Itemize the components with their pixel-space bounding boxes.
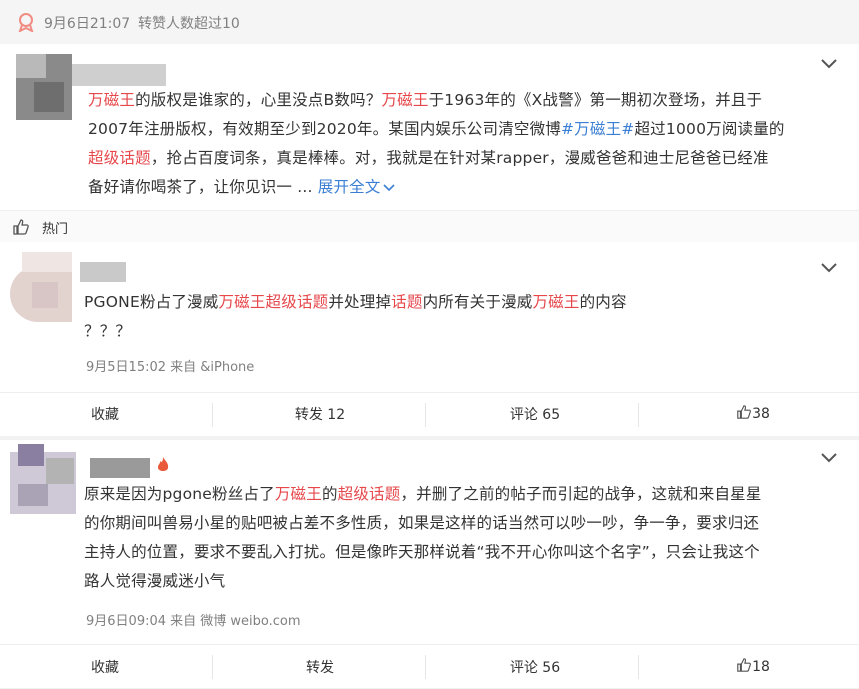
action-bar: 收藏 转发 12 评论 65 38 [0, 392, 859, 437]
topic-tag-link[interactable]: #万磁王# [561, 120, 634, 138]
chevron-down-icon[interactable] [820, 262, 838, 274]
super-topic-link[interactable]: 超级话题 [338, 485, 401, 503]
repost-note: 转赞人数超过10 [138, 16, 240, 32]
like-count: 18 [752, 659, 770, 675]
post-time: 9月6日21:07 [44, 16, 131, 32]
hero-link[interactable]: 万磁王 [381, 91, 428, 109]
comment-text: PGONE粉占了漫威万磁王超级话题并处理掉话题内所有关于漫威万磁王的内容 ？？？ [84, 293, 627, 340]
hot-repost-icon [18, 13, 34, 32]
comment-button[interactable]: 评论 56 [485, 657, 585, 677]
collect-button[interactable]: 收藏 [70, 404, 140, 424]
thumb-up-icon [737, 658, 752, 672]
comment-card: 原来是因为pgone粉丝占了万磁王的超级话题，并删了之前的帖子而引起的战争，这就… [0, 440, 859, 688]
top-status-bar: 9月6日21:07 转赞人数超过10 [0, 0, 859, 45]
like-button[interactable]: 18 [718, 657, 788, 675]
comment-button[interactable]: 评论 65 [485, 404, 585, 424]
hero-link[interactable]: 万磁王 [275, 485, 322, 503]
collect-button[interactable]: 收藏 [70, 657, 140, 677]
hot-section-header: 热门 [0, 210, 859, 243]
like-count: 38 [752, 406, 770, 422]
super-topic-link[interactable]: 万磁王超级话题 [218, 293, 328, 311]
action-bar: 收藏 转发 评论 56 18 [0, 644, 859, 689]
comment-card: PGONE粉占了漫威万磁王超级话题并处理掉话题内所有关于漫威万磁王的内容 ？？？… [0, 242, 859, 436]
hero-link[interactable]: 万磁王 [88, 91, 135, 109]
fire-badge-icon [157, 457, 169, 471]
super-topic-link[interactable]: 超级话题 [88, 149, 151, 167]
hot-label: 热门 [42, 222, 69, 237]
hero-link[interactable]: 万磁王 [532, 293, 579, 311]
comment-text: 原来是因为pgone粉丝占了万磁王的超级话题，并删了之前的帖子而引起的战争，这就… [84, 485, 762, 590]
comment-meta: 9月5日15:02 来自 &iPhone [86, 360, 255, 375]
expand-full-text-link[interactable]: 展开全文 [318, 178, 395, 196]
repost-button[interactable]: 转发 [270, 657, 370, 677]
thumb-up-icon [737, 405, 752, 419]
comment-meta: 9月6日09:04 来自 微博 weibo.com [86, 614, 301, 629]
post-body: 万磁王的版权是谁家的，心里没点B数吗？万磁王于1963年的《X战警》第一期初次登… [88, 91, 785, 196]
chevron-down-icon[interactable] [820, 58, 838, 70]
main-post: 万磁王的版权是谁家的，心里没点B数吗？万磁王于1963年的《X战警》第一期初次登… [0, 44, 859, 210]
chevron-down-icon[interactable] [820, 452, 838, 464]
repost-button[interactable]: 转发 12 [270, 404, 370, 424]
like-button[interactable]: 38 [718, 404, 788, 422]
topic-link[interactable]: 话题 [391, 293, 422, 311]
thumb-up-icon [13, 219, 29, 235]
chevron-down-icon [383, 184, 395, 192]
